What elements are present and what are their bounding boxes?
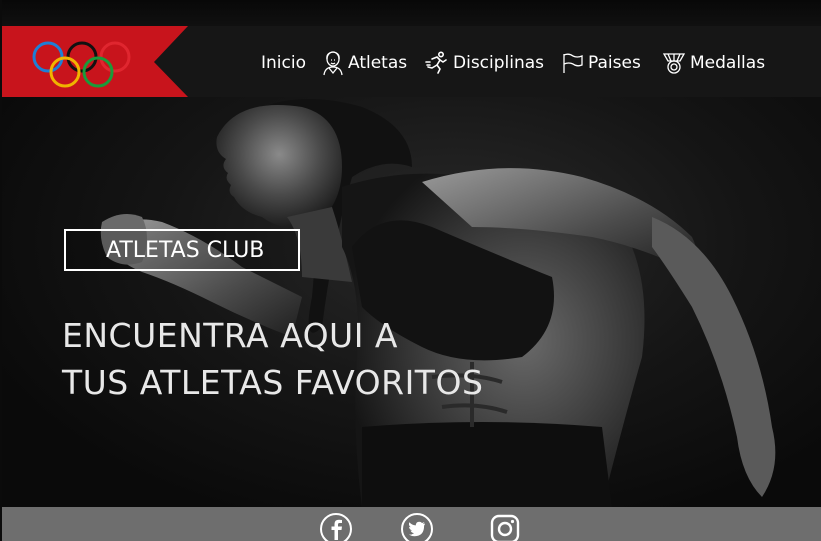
nav-paises-label: Paises	[588, 53, 641, 73]
club-badge-label: ATLETAS CLUB	[106, 237, 265, 263]
nav-disciplinas-label: Disciplinas	[453, 53, 545, 73]
athlete-icon	[323, 51, 343, 76]
nav-inicio-label: Inicio	[261, 53, 306, 73]
nav-medallas-label: Medallas	[690, 53, 766, 73]
main-nav: Inicio Atletas Disciplinas Paises Medall…	[2, 26, 821, 97]
top-strip	[2, 0, 821, 26]
nav-inicio[interactable]: Inicio	[261, 48, 306, 78]
flag-icon	[563, 53, 583, 73]
hero-title-line1: ENCUENTRA AQUI A	[62, 316, 399, 355]
instagram-icon[interactable]	[488, 512, 522, 541]
runner-icon	[425, 51, 447, 74]
facebook-icon[interactable]	[319, 512, 353, 541]
nav-atletas-label: Atletas	[348, 53, 408, 73]
page-frame: Inicio Atletas Disciplinas Paises Medall…	[2, 0, 821, 541]
club-badge[interactable]: ATLETAS CLUB	[64, 229, 300, 271]
footer	[2, 507, 821, 541]
hero-title-line2: TUS ATLETAS FAVORITOS	[62, 363, 484, 402]
athlete-photo	[100, 99, 776, 507]
nav-paises[interactable]: Paises	[562, 48, 641, 78]
hero-title: ENCUENTRA AQUI A TUS ATLETAS FAVORITOS	[62, 312, 483, 406]
twitter-icon[interactable]	[400, 512, 434, 541]
nav-medallas[interactable]: Medallas	[662, 48, 765, 78]
nav-atletas[interactable]: Atletas	[322, 48, 407, 78]
nav-disciplinas[interactable]: Disciplinas	[425, 48, 544, 78]
hero-section: ATLETAS CLUB ENCUENTRA AQUI A TUS ATLETA…	[2, 97, 821, 507]
medal-icon	[662, 53, 686, 74]
